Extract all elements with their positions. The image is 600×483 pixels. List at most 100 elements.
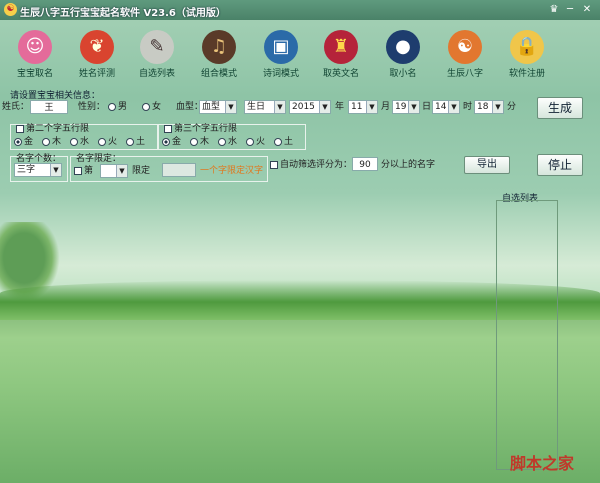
- toolbar-english-name[interactable]: ♜ 取英文名: [310, 24, 372, 82]
- radio-circle: [42, 137, 50, 146]
- toolbar-selected-list[interactable]: ✎ 自选列表: [126, 24, 188, 82]
- element-label: 木: [200, 137, 210, 147]
- toolbar-combination-mode[interactable]: ♫ 组合模式: [188, 24, 250, 82]
- baby-icon: ☺: [18, 30, 52, 64]
- element-label: 火: [108, 137, 118, 147]
- book-icon: ▣: [264, 30, 298, 64]
- minute-select[interactable]: 18 ▼: [474, 100, 504, 114]
- title-bar[interactable]: ☯ 生辰八字五行宝宝起名软件 V23.6（试用版） ♛ ─ ✕: [0, 0, 600, 20]
- toolbar-nickname[interactable]: ● 取小名: [372, 24, 434, 82]
- gender-female-radio[interactable]: 女: [142, 100, 161, 114]
- checkbox-box: [164, 124, 172, 133]
- third-char-water-radio[interactable]: 水: [218, 135, 237, 149]
- penguin-icon: ●: [386, 30, 420, 64]
- name-limit-checkbox[interactable]: 第: [74, 164, 93, 178]
- toolbar-register[interactable]: 🔒 软件注册: [496, 24, 558, 82]
- toolbar-baby-naming[interactable]: ☺ 宝宝取名: [4, 24, 66, 82]
- surname-label: 姓氏：: [2, 102, 30, 112]
- app-logo-icon: ☯: [4, 3, 17, 16]
- auto-filter-checkbox[interactable]: 自动筛选评分为：: [270, 158, 352, 172]
- name-count-select[interactable]: 三字 ▼: [14, 163, 62, 177]
- toolbar-label: 宝宝取名: [16, 69, 53, 79]
- limit-position-select[interactable]: ▼: [100, 164, 128, 178]
- second-char-wood-radio[interactable]: 木: [42, 135, 61, 149]
- limit-position-label: 第: [84, 166, 94, 176]
- blood-type-select[interactable]: 血型 ▼: [199, 100, 237, 114]
- radio-circle: [70, 137, 78, 146]
- export-button[interactable]: 导出: [464, 156, 510, 174]
- chevron-down-icon: ▼: [319, 101, 330, 113]
- radio-circle: [126, 137, 134, 146]
- radio-circle: [274, 137, 282, 146]
- toolbar-label: 诗词模式: [262, 69, 299, 79]
- element-label: 金: [172, 137, 182, 147]
- lock-icon: 🔒: [510, 30, 544, 64]
- second-char-earth-radio[interactable]: 土: [126, 135, 145, 149]
- bagua-icon: ☯: [448, 30, 482, 64]
- hour-unit: 时: [463, 102, 473, 112]
- third-char-fire-radio[interactable]: 火: [246, 135, 265, 149]
- month-unit: 月: [381, 102, 391, 112]
- third-char-wood-radio[interactable]: 木: [190, 135, 209, 149]
- toolbar-poetry-mode[interactable]: ▣ 诗词模式: [250, 24, 312, 82]
- third-char-earth-radio[interactable]: 土: [274, 135, 293, 149]
- toolbar-label: 生辰八字: [446, 69, 483, 79]
- stop-button[interactable]: 停止: [537, 154, 583, 176]
- chevron-down-icon: ▼: [408, 101, 419, 113]
- selected-list-panel[interactable]: [496, 200, 558, 470]
- element-label: 土: [136, 137, 146, 147]
- day-select[interactable]: 19 ▼: [392, 100, 420, 114]
- toolbar-label: 自选列表: [138, 69, 175, 79]
- chevron-down-icon: ▼: [274, 101, 285, 113]
- birth-type-select[interactable]: 生日 ▼: [244, 100, 286, 114]
- toolbar-name-evaluation[interactable]: ❦ 姓名评测: [66, 24, 128, 82]
- radio-circle: [108, 102, 116, 111]
- hour-select[interactable]: 14 ▼: [432, 100, 460, 114]
- gender-male-radio[interactable]: 男: [108, 100, 127, 114]
- toolbar-label: 取小名: [389, 69, 417, 79]
- brush-icon: ✎: [140, 30, 174, 64]
- limit-char-input[interactable]: [162, 163, 196, 177]
- third-char-checkbox[interactable]: 第三个字五行限: [164, 122, 237, 136]
- score-input[interactable]: 90: [352, 157, 378, 171]
- day-unit: 日: [422, 102, 432, 112]
- radio-circle: [142, 102, 150, 111]
- second-char-checkbox[interactable]: 第二个字五行限: [16, 122, 89, 136]
- element-label: 木: [52, 137, 62, 147]
- checkbox-box: [16, 124, 24, 133]
- month-select[interactable]: 11 ▼: [348, 100, 378, 114]
- chevron-down-icon: ▼: [448, 101, 459, 113]
- second-char-label: 第二个字五行限: [26, 124, 90, 134]
- gender-female-label: 女: [152, 102, 162, 112]
- chevron-down-icon: ▼: [116, 165, 127, 177]
- radio-circle: [98, 137, 106, 146]
- toolbar-label: 取英文名: [322, 69, 359, 79]
- name-count-value: 三字: [17, 165, 36, 175]
- second-char-metal-radio[interactable]: 金: [14, 135, 33, 149]
- surname-input[interactable]: 王: [30, 100, 68, 114]
- third-char-label: 第三个字五行限: [174, 124, 238, 134]
- second-char-water-radio[interactable]: 水: [70, 135, 89, 149]
- day-value: 19: [395, 102, 407, 112]
- minimize-button[interactable]: ─: [562, 3, 578, 16]
- checkbox-box: [74, 166, 82, 175]
- window-title: 生辰八字五行宝宝起名软件 V23.6（试用版）: [20, 8, 226, 19]
- radio-circle: [246, 137, 254, 146]
- checkbox-box: [270, 160, 278, 169]
- year-select[interactable]: 2015 ▼: [289, 100, 331, 114]
- radio-circle: [218, 137, 226, 146]
- second-char-fire-radio[interactable]: 火: [98, 135, 117, 149]
- auto-filter-label: 自动筛选评分为：: [280, 160, 353, 170]
- limit-word-label: 限定: [132, 166, 151, 176]
- close-button[interactable]: ✕: [579, 3, 595, 16]
- skin-icon[interactable]: ♛: [546, 3, 562, 16]
- gender-label: 性别：: [78, 102, 106, 112]
- limit-hint: 一个字限定汉字: [200, 166, 264, 176]
- element-label: 水: [228, 137, 238, 147]
- generate-button[interactable]: 生成: [537, 97, 583, 119]
- chevron-down-icon: ▼: [492, 101, 503, 113]
- element-label: 金: [24, 137, 34, 147]
- toolbar-bazi[interactable]: ☯ 生辰八字: [434, 24, 496, 82]
- third-char-metal-radio[interactable]: 金: [162, 135, 181, 149]
- watermark: 脚本之家: [510, 454, 575, 473]
